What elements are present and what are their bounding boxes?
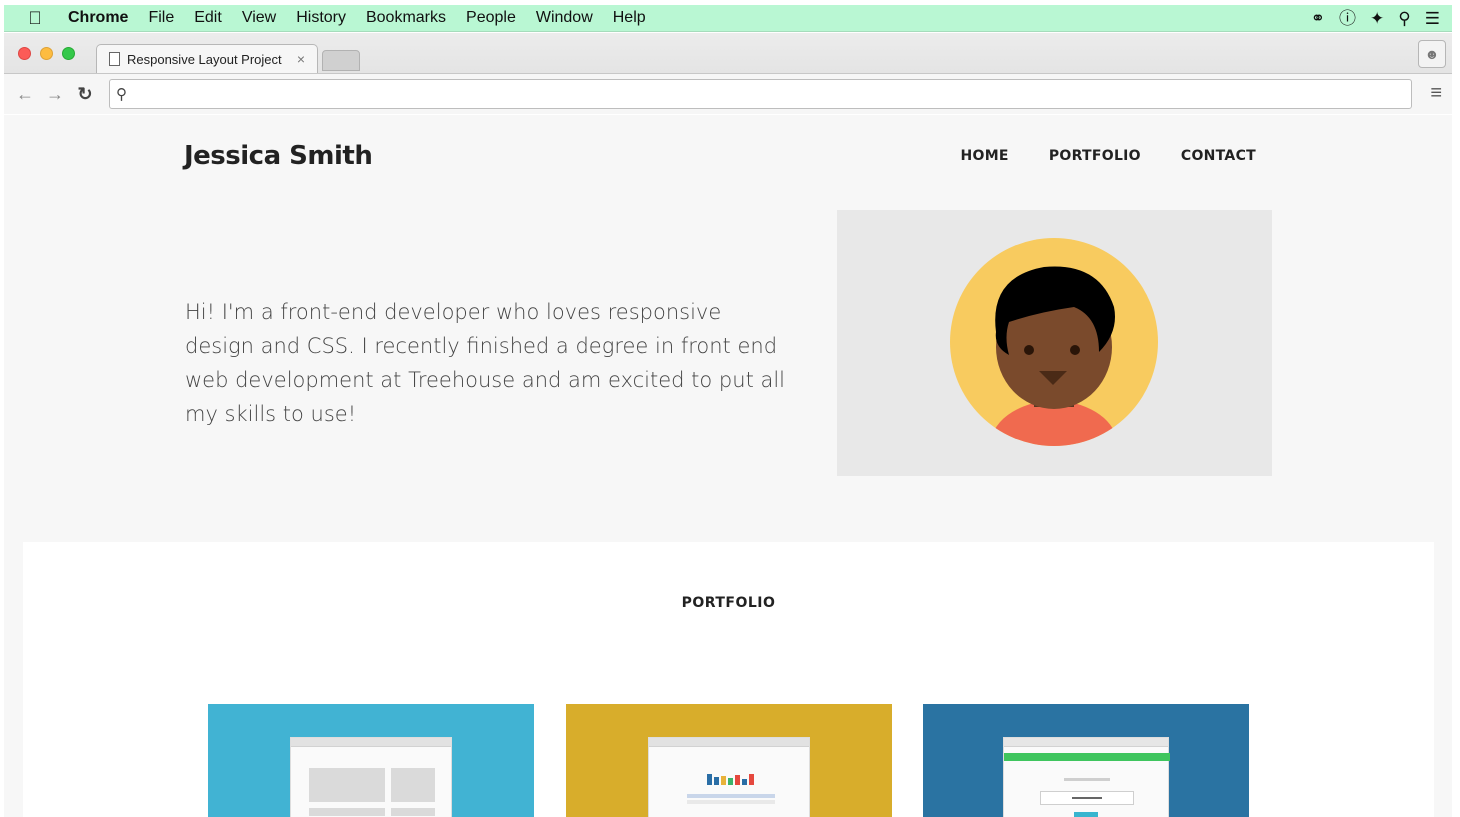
macos-menubar:  Chrome File Edit View History Bookmark… — [4, 5, 1452, 32]
menu-people[interactable]: People — [456, 9, 526, 27]
browser-tab-active[interactable]: Responsive Layout Project × — [96, 44, 318, 73]
menubar-status-icons: ⚭ ⓘ ✦ ⚲ ☰ — [1311, 10, 1452, 27]
portfolio-section: PORTFOLIO — [23, 542, 1434, 817]
project-thumbnail-1 — [290, 737, 452, 817]
profile-avatar-icon[interactable]: ☻ — [1418, 40, 1446, 68]
address-bar[interactable]: ⚲ — [109, 79, 1412, 109]
notification-list-icon[interactable]: ☰ — [1425, 10, 1440, 27]
menu-help[interactable]: Help — [603, 9, 656, 27]
site-logo[interactable]: Jessica Smith — [184, 141, 373, 171]
page-document-icon — [109, 52, 120, 66]
dropbox-icon[interactable]: ✦ — [1370, 10, 1384, 27]
window-controls — [18, 47, 75, 60]
nav-contact-link[interactable]: CONTACT — [1181, 148, 1256, 164]
apple-menu-icon[interactable]:  — [18, 8, 52, 29]
developer-avatar-illustration — [950, 238, 1158, 446]
back-arrow-icon[interactable]: ← — [10, 84, 40, 105]
portfolio-card-2[interactable] — [566, 704, 892, 817]
browser-window-chrome: Responsive Layout Project × ☻ ← → ↻ ⚲ ≡ — [4, 33, 1452, 114]
1password-icon[interactable]: ⓘ — [1339, 10, 1356, 27]
menu-edit[interactable]: Edit — [184, 9, 232, 27]
zoom-window-button[interactable] — [62, 47, 75, 60]
nav-home-link[interactable]: HOME — [960, 148, 1008, 164]
portfolio-card-3[interactable] — [923, 704, 1249, 817]
intro-paragraph: Hi! I'm a front-end developer who loves … — [185, 300, 786, 426]
creative-cloud-icon[interactable]: ⚭ — [1311, 10, 1325, 27]
close-window-button[interactable] — [18, 47, 31, 60]
menu-app-chrome[interactable]: Chrome — [52, 9, 138, 27]
reload-icon[interactable]: ↻ — [70, 84, 100, 105]
avatar-panel — [837, 210, 1272, 476]
menu-history[interactable]: History — [286, 9, 356, 27]
menu-bookmarks[interactable]: Bookmarks — [356, 9, 456, 27]
menu-view[interactable]: View — [232, 9, 286, 27]
minimize-window-button[interactable] — [40, 47, 53, 60]
menu-file[interactable]: File — [138, 9, 184, 27]
tab-title: Responsive Layout Project — [127, 51, 282, 67]
tab-close-icon[interactable]: × — [297, 51, 305, 67]
menu-window[interactable]: Window — [526, 9, 603, 27]
site-header: Jessica Smith HOME PORTFOLIO CONTACT — [184, 141, 1256, 171]
site-nav: HOME PORTFOLIO CONTACT — [960, 148, 1256, 164]
browser-toolbar: ← → ↻ ⚲ ≡ — [4, 73, 1452, 114]
chrome-menu-icon[interactable]: ≡ — [1430, 82, 1442, 105]
project-thumbnail-3 — [1003, 737, 1170, 817]
portfolio-heading: PORTFOLIO — [681, 595, 776, 611]
project-thumbnail-2 — [648, 737, 810, 817]
page-viewport: Jessica Smith HOME PORTFOLIO CONTACT Hi!… — [4, 115, 1452, 817]
spotlight-search-icon[interactable]: ⚲ — [1398, 10, 1410, 27]
search-icon: ⚲ — [116, 86, 127, 103]
nav-portfolio-link[interactable]: PORTFOLIO — [1049, 148, 1141, 164]
portfolio-card-1[interactable] — [208, 704, 534, 817]
forward-arrow-icon[interactable]: → — [40, 84, 70, 105]
address-input[interactable] — [133, 86, 1411, 102]
new-tab-button[interactable] — [322, 50, 360, 71]
